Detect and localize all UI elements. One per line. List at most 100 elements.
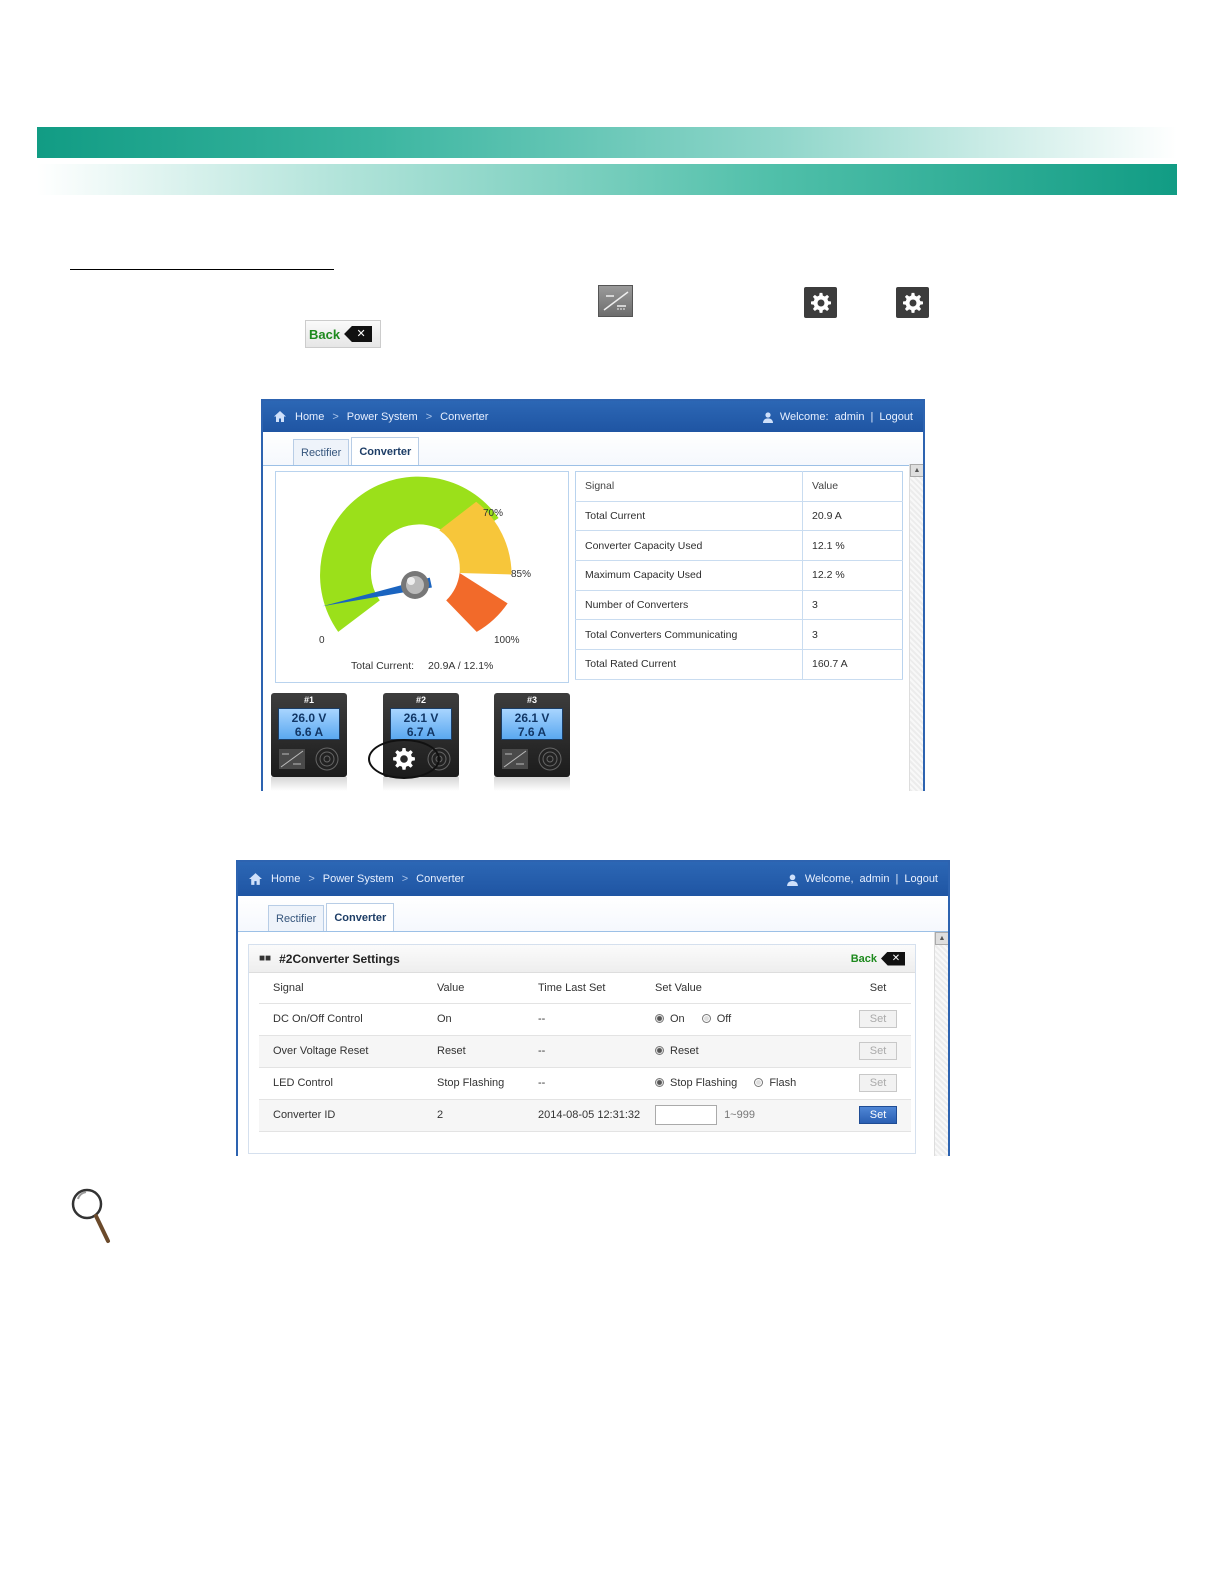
top-bar: Home > Power System > Converter Welcome:… <box>263 401 923 432</box>
radio-on[interactable]: On <box>655 1013 685 1025</box>
gear-icon <box>804 287 837 318</box>
col-value: Value <box>437 973 538 1004</box>
breadcrumb-power-system[interactable]: Power System <box>347 411 418 423</box>
settings-title: #2Converter Settings <box>279 951 400 966</box>
value-cell: 2 <box>437 1099 538 1132</box>
table-row: Total Converters Communicating 3 <box>575 619 903 651</box>
grid-icon: ■■ <box>259 953 272 964</box>
back-button[interactable]: Back ✕ <box>851 951 905 966</box>
chevron-right-icon: > <box>425 410 433 423</box>
breadcrumb-home[interactable]: Home <box>295 411 324 423</box>
tab-rectifier[interactable]: Rectifier <box>293 439 350 465</box>
home-icon[interactable] <box>248 872 263 886</box>
chevron-right-icon: > <box>308 873 315 885</box>
radio-icon[interactable] <box>701 1014 711 1023</box>
scrollbar[interactable]: ▲ <box>934 932 948 1156</box>
col-set-value: Set Value <box>655 973 845 1004</box>
table-row: DC On/Off Control On -- On Off Set <box>259 1003 911 1036</box>
col-signal: Signal <box>575 471 803 502</box>
table-row: Number of Converters 3 <box>575 590 903 621</box>
signal-cell: Over Voltage Reset <box>259 1035 437 1068</box>
col-value: Value <box>802 471 903 502</box>
time-cell: 2014-08-05 12:31:32 <box>538 1099 655 1132</box>
scroll-up-icon[interactable]: ▲ <box>910 464 923 477</box>
set-value-cell: Stop Flashing Flash <box>655 1067 845 1100</box>
top-bar: Home > Power System > Converter Welcome,… <box>238 862 948 896</box>
close-icon: ✕ <box>344 326 373 342</box>
gear-icon <box>896 287 929 318</box>
chevron-right-icon: > <box>332 410 339 423</box>
value-cell: 12.2 % <box>802 560 903 591</box>
radio-icon[interactable] <box>655 1078 664 1087</box>
signal-cell: Total Current <box>575 501 803 532</box>
col-set: Set <box>845 973 911 1004</box>
module-current: 6.7 A <box>406 725 436 739</box>
tab-rectifier[interactable]: Rectifier <box>268 905 325 931</box>
module-current: 6.6 A <box>294 725 324 739</box>
username: admin <box>834 410 865 423</box>
header-band-top <box>37 127 1177 158</box>
divider: | <box>895 873 899 885</box>
radio-icon[interactable] <box>655 1014 664 1023</box>
username: admin <box>859 873 890 885</box>
breadcrumb-home[interactable]: Home <box>271 873 300 885</box>
gauge-label-100: 100% <box>494 635 520 646</box>
radio-icon[interactable] <box>655 1046 664 1055</box>
time-cell: -- <box>538 1067 655 1100</box>
module-voltage: 26.1 V <box>403 711 439 725</box>
home-icon[interactable] <box>273 410 287 423</box>
id-range: 1~999 <box>724 1108 755 1121</box>
breadcrumb-converter[interactable]: Converter <box>440 411 488 423</box>
set-value-cell: Reset <box>655 1035 845 1068</box>
logout-link[interactable]: Logout <box>904 873 938 885</box>
converter-id-input[interactable] <box>655 1105 717 1125</box>
user-icon <box>762 411 773 423</box>
user-area: Welcome: admin | Logout <box>762 411 913 423</box>
value-cell: Reset <box>437 1035 538 1068</box>
logout-link[interactable]: Logout <box>879 411 913 423</box>
signal-cell: Maximum Capacity Used <box>575 560 803 591</box>
total-current-value: 20.9A / 12.1% <box>428 660 493 672</box>
table-row: LED Control Stop Flashing -- Stop Flashi… <box>259 1067 911 1100</box>
value-cell: 3 <box>802 619 903 651</box>
breadcrumb-converter[interactable]: Converter <box>416 873 464 885</box>
module-label: #2 <box>415 695 426 705</box>
set-button[interactable]: Set <box>859 1042 897 1060</box>
radio-label: Reset <box>670 1045 699 1057</box>
table-header-row: Signal Value <box>575 471 903 502</box>
converter-module-3[interactable]: #3 26.1 V 7.6 A <box>494 693 570 777</box>
radio-label: Flash <box>769 1077 797 1089</box>
value-cell: On <box>437 1003 538 1036</box>
table-row: Converter Capacity Used 12.1 % <box>575 530 903 562</box>
set-button[interactable]: Set <box>859 1106 897 1124</box>
tab-bar: Rectifier Converter <box>238 896 948 932</box>
total-current-label: Total Current: <box>351 660 414 672</box>
radio-reset[interactable]: Reset <box>655 1045 699 1057</box>
tab-converter[interactable]: Converter <box>351 437 420 465</box>
section-underline <box>70 269 334 270</box>
col-time-last-set: Time Last Set <box>538 973 655 1004</box>
settings-header: ■■ #2Converter Settings Back ✕ <box>249 945 915 973</box>
converter-module-1[interactable]: #1 26.0 V 6.6 A <box>271 693 347 777</box>
set-button[interactable]: Set <box>859 1074 897 1092</box>
scroll-up-icon[interactable]: ▲ <box>935 932 948 945</box>
set-button[interactable]: Set <box>859 1010 897 1028</box>
module-reflection <box>383 777 459 791</box>
module-display: 26.1 V 6.7 A <box>390 708 452 740</box>
close-icon: ✕ <box>881 951 905 966</box>
radio-off[interactable]: Off <box>701 1013 731 1025</box>
radio-stop-flashing[interactable]: Stop Flashing <box>655 1077 737 1089</box>
radio-flash[interactable]: Flash <box>754 1077 796 1089</box>
radio-icon[interactable] <box>754 1078 764 1087</box>
tab-converter[interactable]: Converter <box>326 903 395 931</box>
converter-overview-screenshot: Home > Power System > Converter Welcome:… <box>261 399 925 791</box>
radio-label: Stop Flashing <box>670 1077 738 1089</box>
scrollbar[interactable]: ▲ <box>909 464 923 791</box>
breadcrumb: Home > Power System > Converter <box>273 410 762 423</box>
capacity-gauge: 70% 85% 0 100% Total Current: 20.9A / 12… <box>319 476 531 672</box>
converter-symbol-icon <box>502 749 528 769</box>
breadcrumb-power-system[interactable]: Power System <box>323 873 394 885</box>
module-current: 7.6 A <box>517 725 547 739</box>
back-button-sample: Back ✕ <box>305 320 381 348</box>
signal-cell: Number of Converters <box>575 590 803 621</box>
